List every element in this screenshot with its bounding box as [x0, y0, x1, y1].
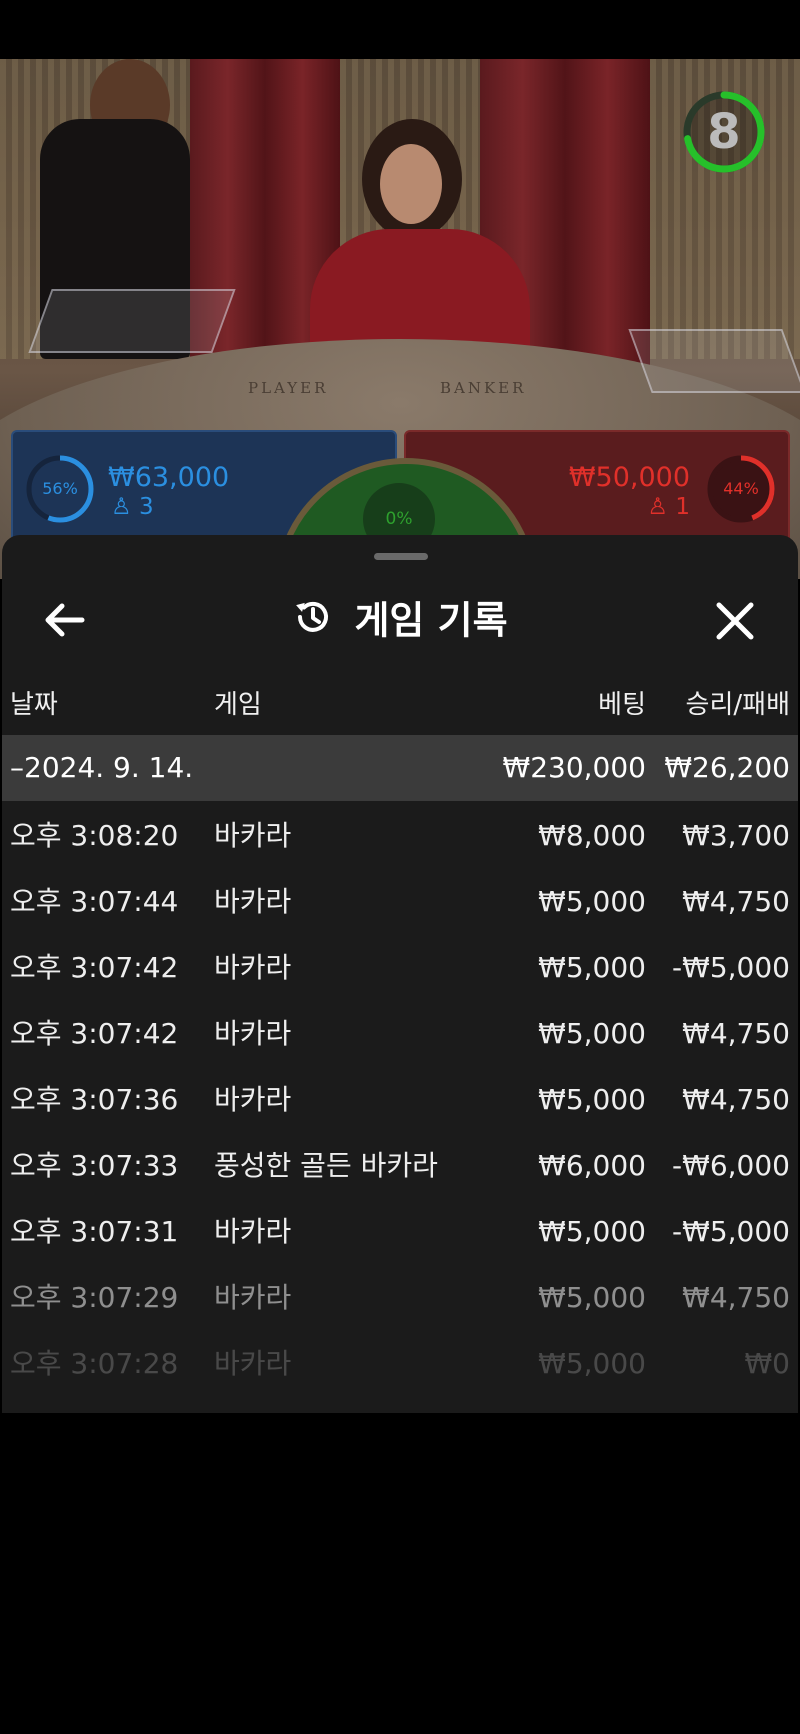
countdown-value: 8	[707, 104, 741, 160]
history-row[interactable]: 오후 3:07:36 바카라 ₩5,000 ₩4,750	[2, 1065, 798, 1131]
row-time: 오후 3:07:42	[10, 1017, 179, 1050]
row-bet: ₩5,000	[538, 951, 646, 984]
row-result: ₩4,750	[682, 1281, 790, 1314]
banker-bet-amount: ₩50,000	[568, 462, 690, 493]
row-time: 오후 3:07:44	[10, 885, 179, 918]
row-game: 바카라	[214, 885, 292, 918]
history-list: 오후 3:08:20 바카라 ₩8,000 ₩3,700 오후 3:07:44 …	[2, 801, 798, 1395]
row-result: ₩4,750	[682, 1083, 790, 1116]
row-bet: ₩5,000	[538, 1215, 646, 1248]
row-bet: ₩5,000	[538, 1347, 646, 1380]
history-row[interactable]: 오후 3:07:29 바카라 ₩5,000 ₩4,750	[2, 1263, 798, 1329]
row-game: 바카라	[214, 1281, 292, 1314]
date-group-row[interactable]: –2024. 9. 14. ₩230,000 ₩26,200	[2, 735, 798, 801]
player-count-value: 3	[138, 494, 154, 520]
column-header-date: 날짜	[10, 690, 58, 720]
card-shoe	[28, 289, 236, 353]
table-label-player: PLAYER	[248, 379, 329, 397]
history-row[interactable]: 오후 3:08:20 바카라 ₩8,000 ₩3,700	[2, 801, 798, 867]
date-group-bet-total: ₩230,000	[502, 751, 646, 784]
row-result: -₩5,000	[672, 951, 790, 984]
row-game: 바카라	[214, 819, 292, 852]
row-game: 바카라	[214, 951, 292, 984]
history-row[interactable]: 오후 3:07:44 바카라 ₩5,000 ₩4,750	[2, 867, 798, 933]
row-bet: ₩5,000	[538, 1281, 646, 1314]
game-history-sheet: 게임 기록 날짜 게임 베팅 승리/패배 –2024. 9. 14. ₩230,…	[2, 535, 798, 1413]
sheet-drag-handle[interactable]	[374, 553, 428, 560]
close-icon[interactable]	[707, 593, 763, 649]
row-time: 오후 3:07:29	[10, 1281, 179, 1314]
history-column-headers: 날짜 게임 베팅 승리/패배	[2, 675, 798, 735]
history-row[interactable]: 오후 3:07:31 바카라 ₩5,000 -₩5,000	[2, 1197, 798, 1263]
date-group-result-total: ₩26,200	[664, 751, 790, 784]
banker-percent-ring: 44%	[706, 454, 776, 524]
banker-count-value: 1	[675, 494, 690, 520]
history-row[interactable]: 오후 3:07:42 바카라 ₩5,000 -₩5,000	[2, 933, 798, 999]
player-percent-ring: 56%	[25, 454, 95, 524]
column-header-bet: 베팅	[598, 690, 646, 720]
history-header: 게임 기록	[2, 575, 798, 665]
row-bet: ₩5,000	[538, 1083, 646, 1116]
date-group-date: 2024. 9. 14.	[24, 751, 194, 784]
history-row[interactable]: 오후 3:07:33 풍성한 골든 바카라 ₩6,000 -₩6,000	[2, 1131, 798, 1197]
row-bet: ₩6,000	[538, 1149, 646, 1182]
row-game: 바카라	[214, 1215, 292, 1248]
player-bet-amount: ₩63,000	[108, 462, 230, 493]
date-group-label: –2024. 9. 14.	[10, 735, 193, 801]
row-time: 오후 3:07:28	[10, 1347, 179, 1380]
row-bet: ₩5,000	[538, 1017, 646, 1050]
row-result: ₩3,700	[682, 819, 790, 852]
user-icon: ♙	[647, 494, 669, 520]
row-time: 오후 3:07:42	[10, 951, 179, 984]
row-game: 풍성한 골든 바카라	[214, 1149, 438, 1182]
row-result: ₩4,750	[682, 1017, 790, 1050]
history-title-wrap: 게임 기록	[2, 575, 798, 665]
player-count: ♙ 3	[111, 494, 154, 520]
row-result: -₩5,000	[672, 1215, 790, 1248]
column-header-result: 승리/패배	[685, 690, 790, 720]
table-label-banker: BANKER	[440, 379, 527, 397]
collapse-toggle[interactable]: –	[10, 751, 24, 784]
row-game: 바카라	[214, 1017, 292, 1050]
user-icon: ♙	[111, 494, 132, 520]
row-time: 오후 3:08:20	[10, 819, 179, 852]
discard-tray	[628, 329, 800, 393]
banker-percent: 44%	[723, 479, 759, 498]
column-header-game: 게임	[214, 690, 262, 720]
banker-count: ♙ 1	[647, 494, 690, 520]
history-title: 게임 기록	[354, 598, 508, 643]
row-game: 바카라	[214, 1347, 292, 1380]
row-result: ₩0	[744, 1347, 791, 1380]
row-bet: ₩5,000	[538, 885, 646, 918]
countdown-timer: 8	[681, 89, 767, 175]
row-time: 오후 3:07:31	[10, 1215, 179, 1248]
history-row[interactable]: 오후 3:07:28 바카라 ₩5,000 ₩0	[2, 1329, 798, 1395]
row-time: 오후 3:07:33	[10, 1149, 179, 1182]
row-result: ₩4,750	[682, 885, 790, 918]
player-percent: 56%	[42, 479, 78, 498]
history-row[interactable]: 오후 3:07:42 바카라 ₩5,000 ₩4,750	[2, 999, 798, 1065]
arrow-left-icon[interactable]	[38, 597, 94, 643]
row-game: 바카라	[214, 1083, 292, 1116]
row-result: -₩6,000	[672, 1149, 790, 1182]
row-bet: ₩8,000	[538, 819, 646, 852]
row-time: 오후 3:07:36	[10, 1083, 179, 1116]
history-icon	[296, 601, 329, 632]
